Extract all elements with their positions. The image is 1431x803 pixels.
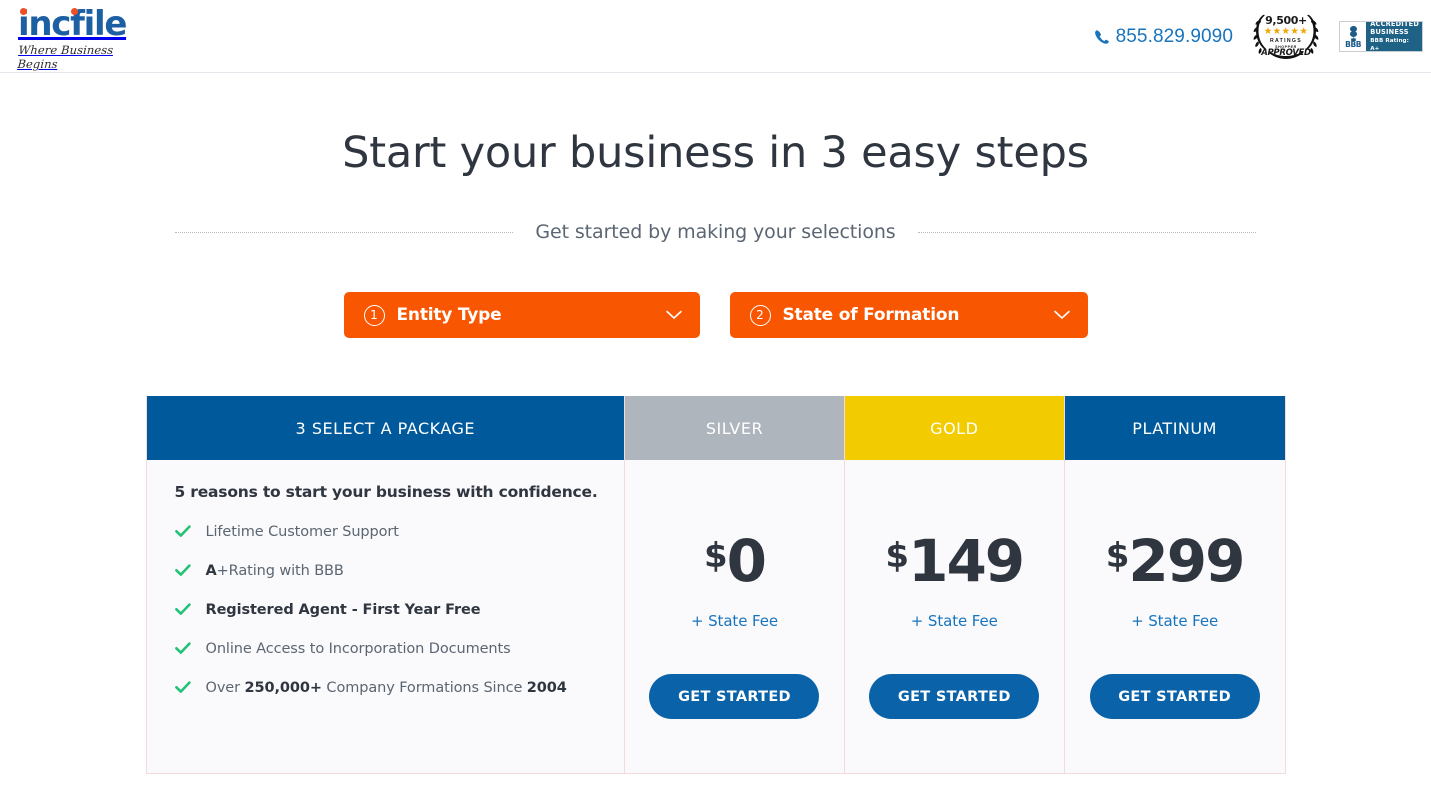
price-amount: 299 [1128,527,1245,595]
state-of-formation-dropdown[interactable]: 2 State of Formation [729,292,1088,338]
feature-text: Online Access to Incorporation Documents [205,641,511,657]
bbb-accredited-badge[interactable]: BBB ACCREDITED BUSINESS BBB Rating: A+ [1339,21,1423,52]
plan-name-gold: GOLD [844,396,1064,460]
approved-label: APPROVED [1261,48,1311,59]
step-number-1: 1 [363,304,385,326]
currency-symbol: $ [1105,536,1130,576]
currency-symbol: $ [885,536,909,576]
bbb-torch-icon [1349,25,1357,41]
price-amount: 0 [726,527,767,595]
bbb-rating-line: BBB Rating: A+ [1370,38,1409,52]
plan-column-gold: GOLD $ 149 + State Fee GET STARTED [844,396,1065,773]
price-amount: 149 [908,527,1025,595]
feature-item: A+Rating with BBB [174,563,601,580]
feature-bold-prefix: A [205,563,217,579]
hero-section: Start your business in 3 easy steps Get … [0,73,1431,243]
feature-rest: +Rating with BBB [216,563,344,579]
plan-column-platinum: PLATINUM $ 299 + State Fee GET STARTED [1064,396,1285,773]
get-started-button-gold[interactable]: GET STARTED [869,674,1040,719]
feature-item: Online Access to Incorporation Documents [174,641,601,658]
selection-controls: 1 Entity Type 2 State of Formation [0,292,1431,338]
bbb-abbr: BBB [1345,39,1362,49]
entity-type-label: Entity Type [396,305,502,325]
get-started-button-platinum[interactable]: GET STARTED [1089,674,1260,719]
feature-bold-count: 250,000+ [244,680,323,696]
feature-item: Over 250,000+ Company Formations Since 2… [174,680,601,697]
plan-body-platinum: $ 299 + State Fee GET STARTED [1065,460,1285,773]
feature-mid: Company Formations Since [321,680,527,696]
rating-stars-icon: ★★★★★ [1263,26,1309,38]
chevron-down-icon [1053,310,1070,319]
plan-body-gold: $ 149 + State Fee GET STARTED [845,460,1064,773]
plan-price-platinum: $ 299 [1105,527,1246,595]
rating-count: 9,500+ [1265,14,1307,28]
feature-pre: Over [205,680,245,696]
state-of-formation-label: State of Formation [782,305,960,325]
state-fee-note-platinum: + State Fee [1131,612,1219,630]
feature-bold-year: 2004 [526,680,567,696]
plan-name-silver: SILVER [625,396,844,460]
bbb-logo-block: BBB [1340,22,1367,51]
logo-dot-i-icon [20,8,27,15]
check-icon [174,681,191,693]
plan-body-silver: $ 0 + State Fee GET STARTED [625,460,844,773]
step-number-2: 2 [749,304,771,326]
phone-number: 855.829.9090 [1115,25,1233,47]
pricing-table: 3 SELECT A PACKAGE 5 reasons to start yo… [145,396,1286,774]
bbb-text-block: ACCREDITED BUSINESS BBB Rating: A+ [1366,22,1422,51]
currency-symbol: $ [703,536,728,576]
plan-name-platinum: PLATINUM [1064,396,1285,460]
logo-dot-f-icon [71,8,78,15]
check-icon [174,564,191,576]
bbb-business-line: BUSINESS [1370,28,1409,36]
features-title: 5 reasons to start your business with co… [174,483,598,501]
header-right-group: 855.829.9090 9,500+ ★★★★★ RATINGS SHOPPE… [1094,0,1423,73]
ratings-label: RATINGS [1269,37,1303,44]
plan-price-silver: $ 0 [703,527,767,595]
state-fee-note-gold: + State Fee [910,612,998,630]
bbb-accredited-line: ACCREDITED [1370,21,1419,28]
phone-link[interactable]: 855.829.9090 [1094,26,1233,48]
phone-icon [1094,30,1109,44]
site-logo[interactable]: incfile Where Business Begins [17,6,146,71]
check-icon [174,642,191,654]
logo-wordmark: incfile [18,6,146,42]
hero-subtitle: Get started by making your selections [535,221,896,243]
plan-price-gold: $ 149 [885,527,1025,595]
plan-column-silver: SILVER $ 0 + State Fee GET STARTED [625,396,845,773]
check-icon [174,603,191,615]
feature-item: Lifetime Customer Support [174,524,601,541]
feature-text: Registered Agent - First Year Free [205,602,481,618]
feature-text: A+Rating with BBB [206,563,344,580]
feature-text: Over 250,000+ Company Formations Since 2… [206,680,567,697]
state-fee-note-silver: + State Fee [690,612,778,630]
shopper-approved-badge: 9,500+ ★★★★★ RATINGS SHOPPER APPROVED [1247,9,1325,65]
logo-tagline: Where Business Begins [17,43,114,71]
check-icon [174,525,191,537]
feature-item: Registered Agent - First Year Free [174,602,601,619]
entity-type-dropdown[interactable]: 1 Entity Type [343,292,700,338]
features-column: 3 SELECT A PACKAGE 5 reasons to start yo… [146,396,626,773]
divider-left [175,231,514,233]
feature-text: Lifetime Customer Support [205,524,399,540]
features-body: 5 reasons to start your business with co… [147,460,625,773]
get-started-button-silver[interactable]: GET STARTED [649,674,820,719]
site-header: incfile Where Business Begins 855.829.90… [0,0,1431,73]
hero-subtitle-row: Get started by making your selections [0,221,1431,243]
chevron-down-icon [665,310,682,319]
select-a-package-header: 3 SELECT A PACKAGE [146,396,625,460]
page-title: Start your business in 3 easy steps [342,128,1089,178]
divider-right [917,231,1256,233]
